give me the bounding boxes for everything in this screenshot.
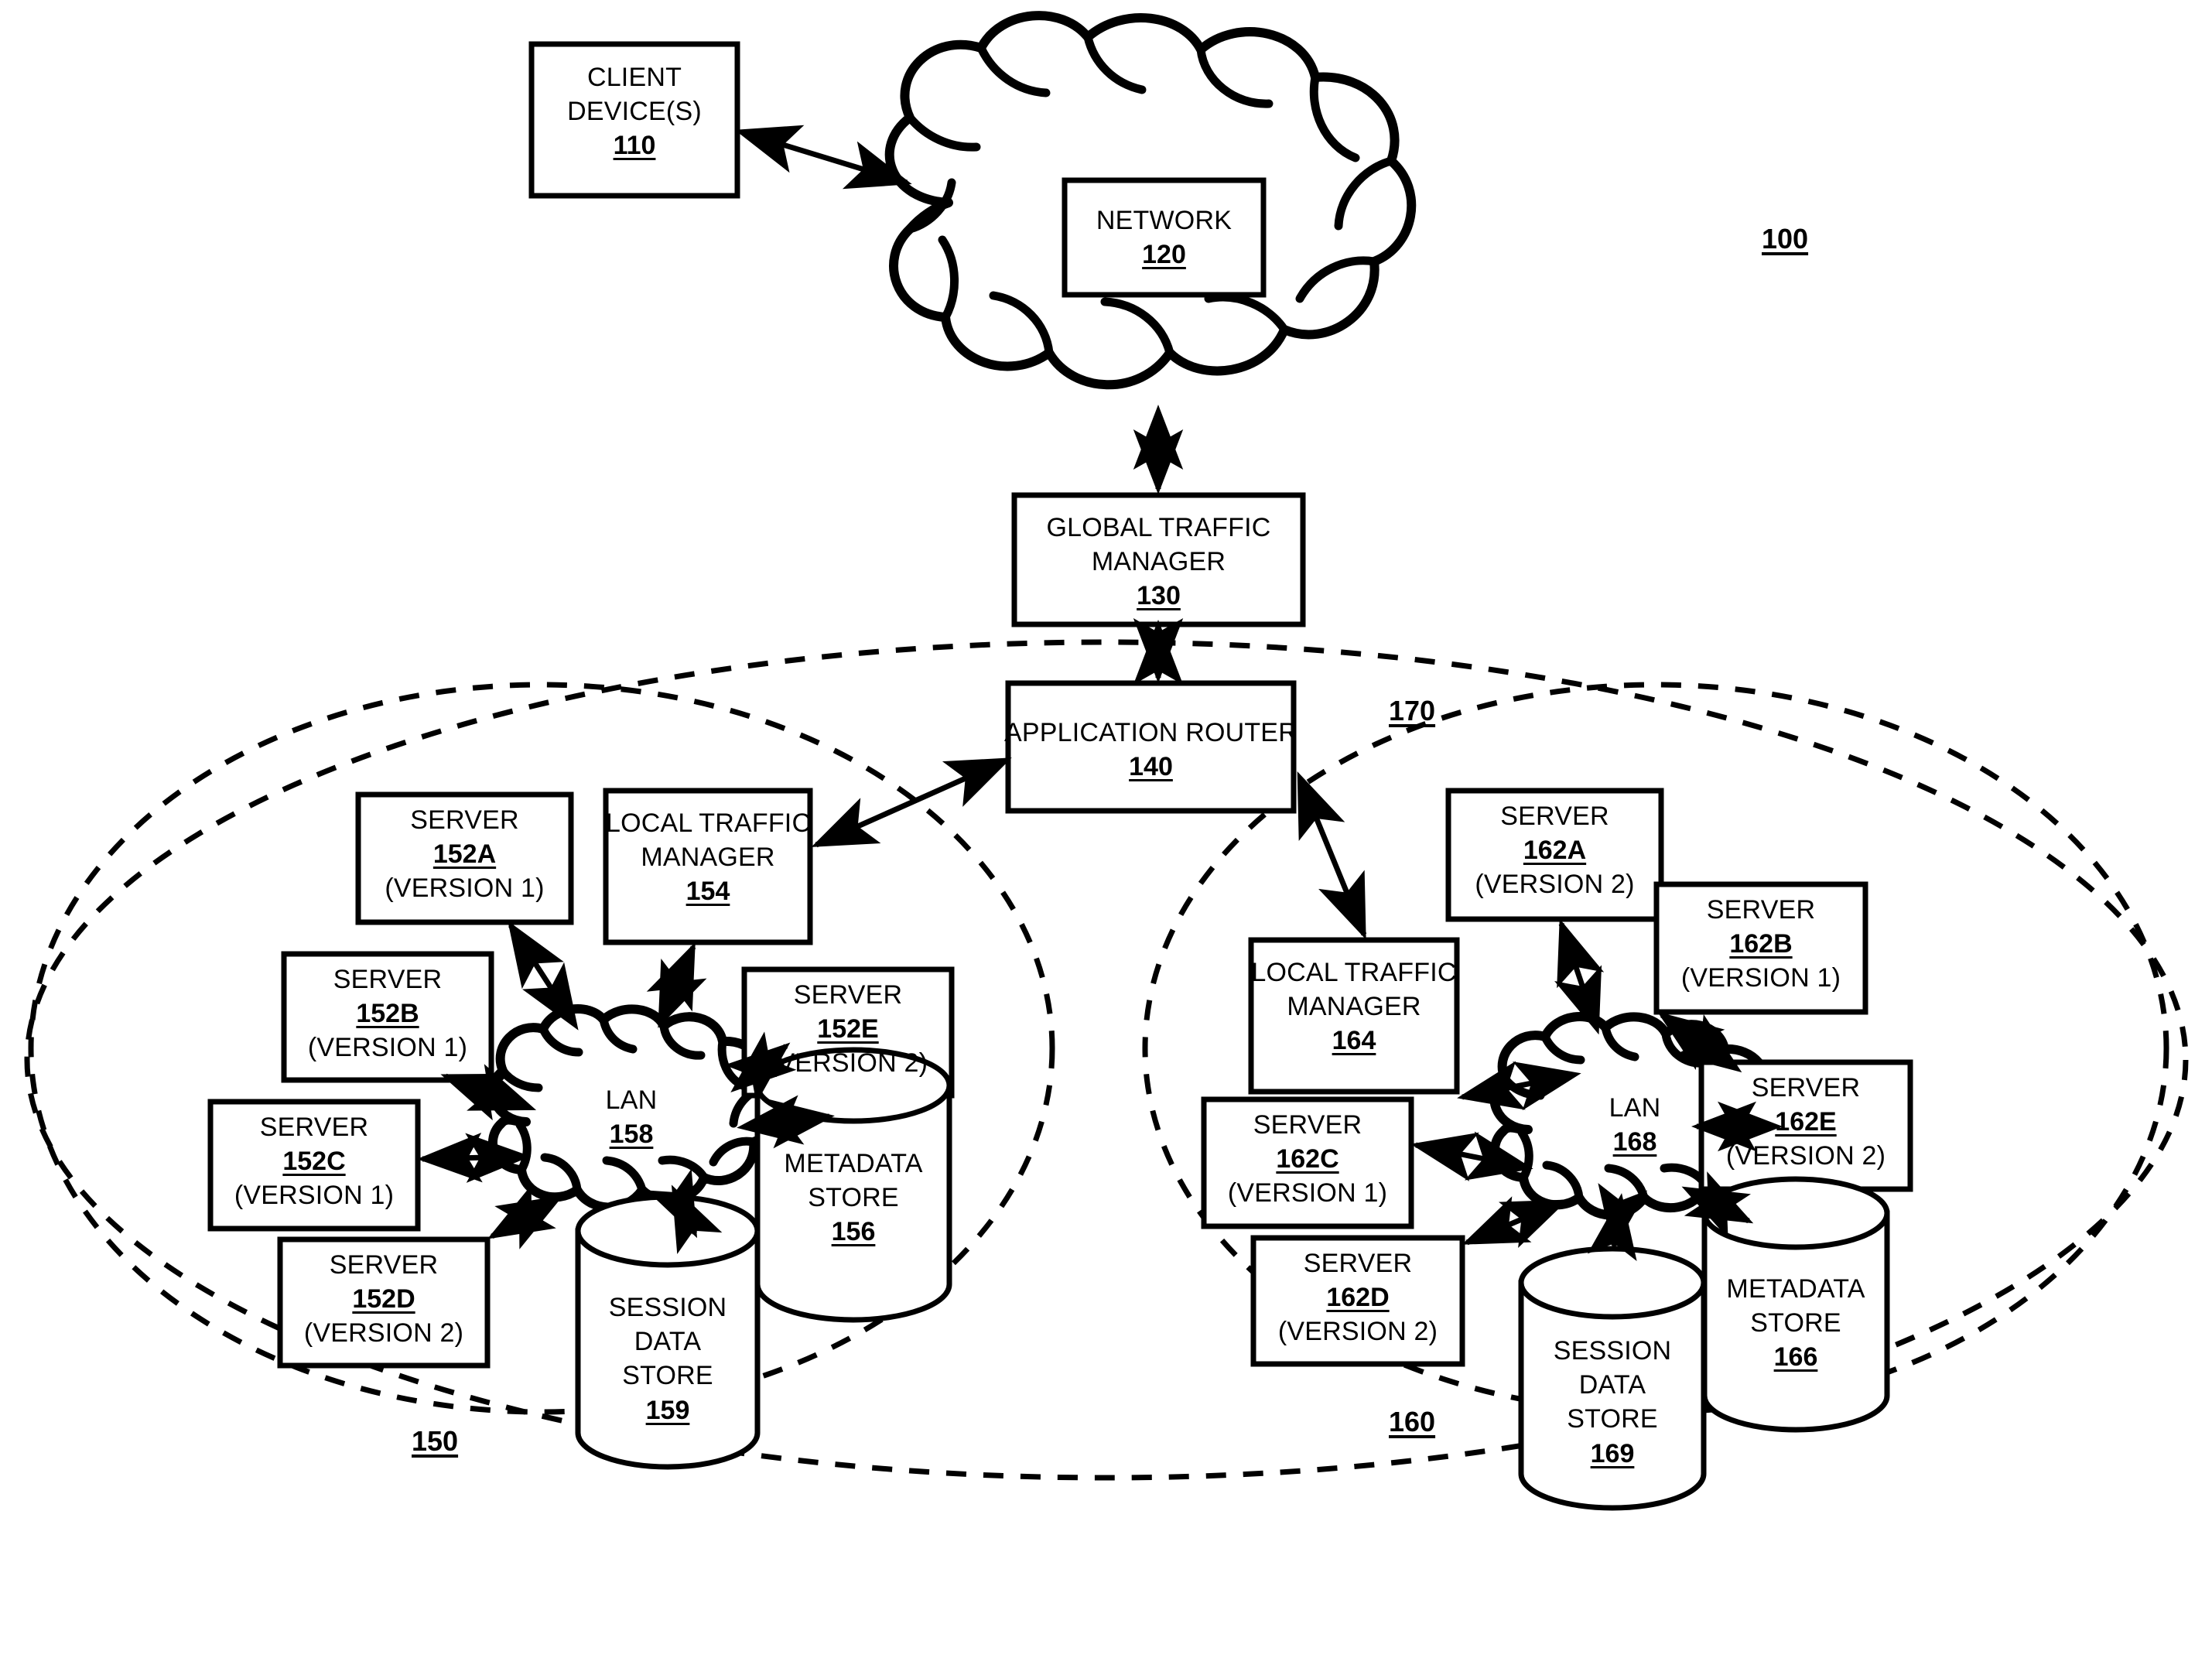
server-152d-box[interactable] [277,1236,491,1369]
region-ref-170: 170 [1389,695,1436,726]
network-cloud[interactable] [874,31,1431,395]
server-162b-box[interactable] [1653,881,1868,1015]
server-152b-box[interactable] [281,951,494,1083]
connector-router-ltm154 [811,757,1012,848]
session-data-store-169-shape[interactable] [1518,1246,1707,1511]
local-traffic-manager-164-box[interactable] [1248,937,1460,1095]
local-traffic-manager-154-box[interactable] [603,788,813,945]
server-162c-box[interactable] [1201,1096,1414,1229]
session-data-store-159-shape[interactable] [575,1194,761,1470]
client-devices-box[interactable] [528,41,740,199]
lan-cloud-158[interactable] [480,998,786,1219]
application-router-box[interactable] [1005,680,1297,814]
figure-ref-100: 100 [1762,223,1809,255]
server-152c-box[interactable] [207,1099,421,1232]
connector-router-ltm164 [1297,771,1367,940]
metadata-store-156-shape[interactable] [754,1047,952,1323]
figure-canvas: CLIENT DEVICE(S) 110 NETWORK 120 GLOBAL … [0,0,2212,1675]
server-162a-box[interactable] [1445,788,1664,922]
global-traffic-manager-box[interactable] [1011,492,1306,627]
region-ref-150: 150 [412,1425,459,1457]
lan-cloud-168[interactable] [1482,1006,1788,1227]
server-152a-box[interactable] [355,791,574,925]
server-162d-box[interactable] [1250,1235,1465,1367]
region-ref-160: 160 [1389,1406,1436,1437]
